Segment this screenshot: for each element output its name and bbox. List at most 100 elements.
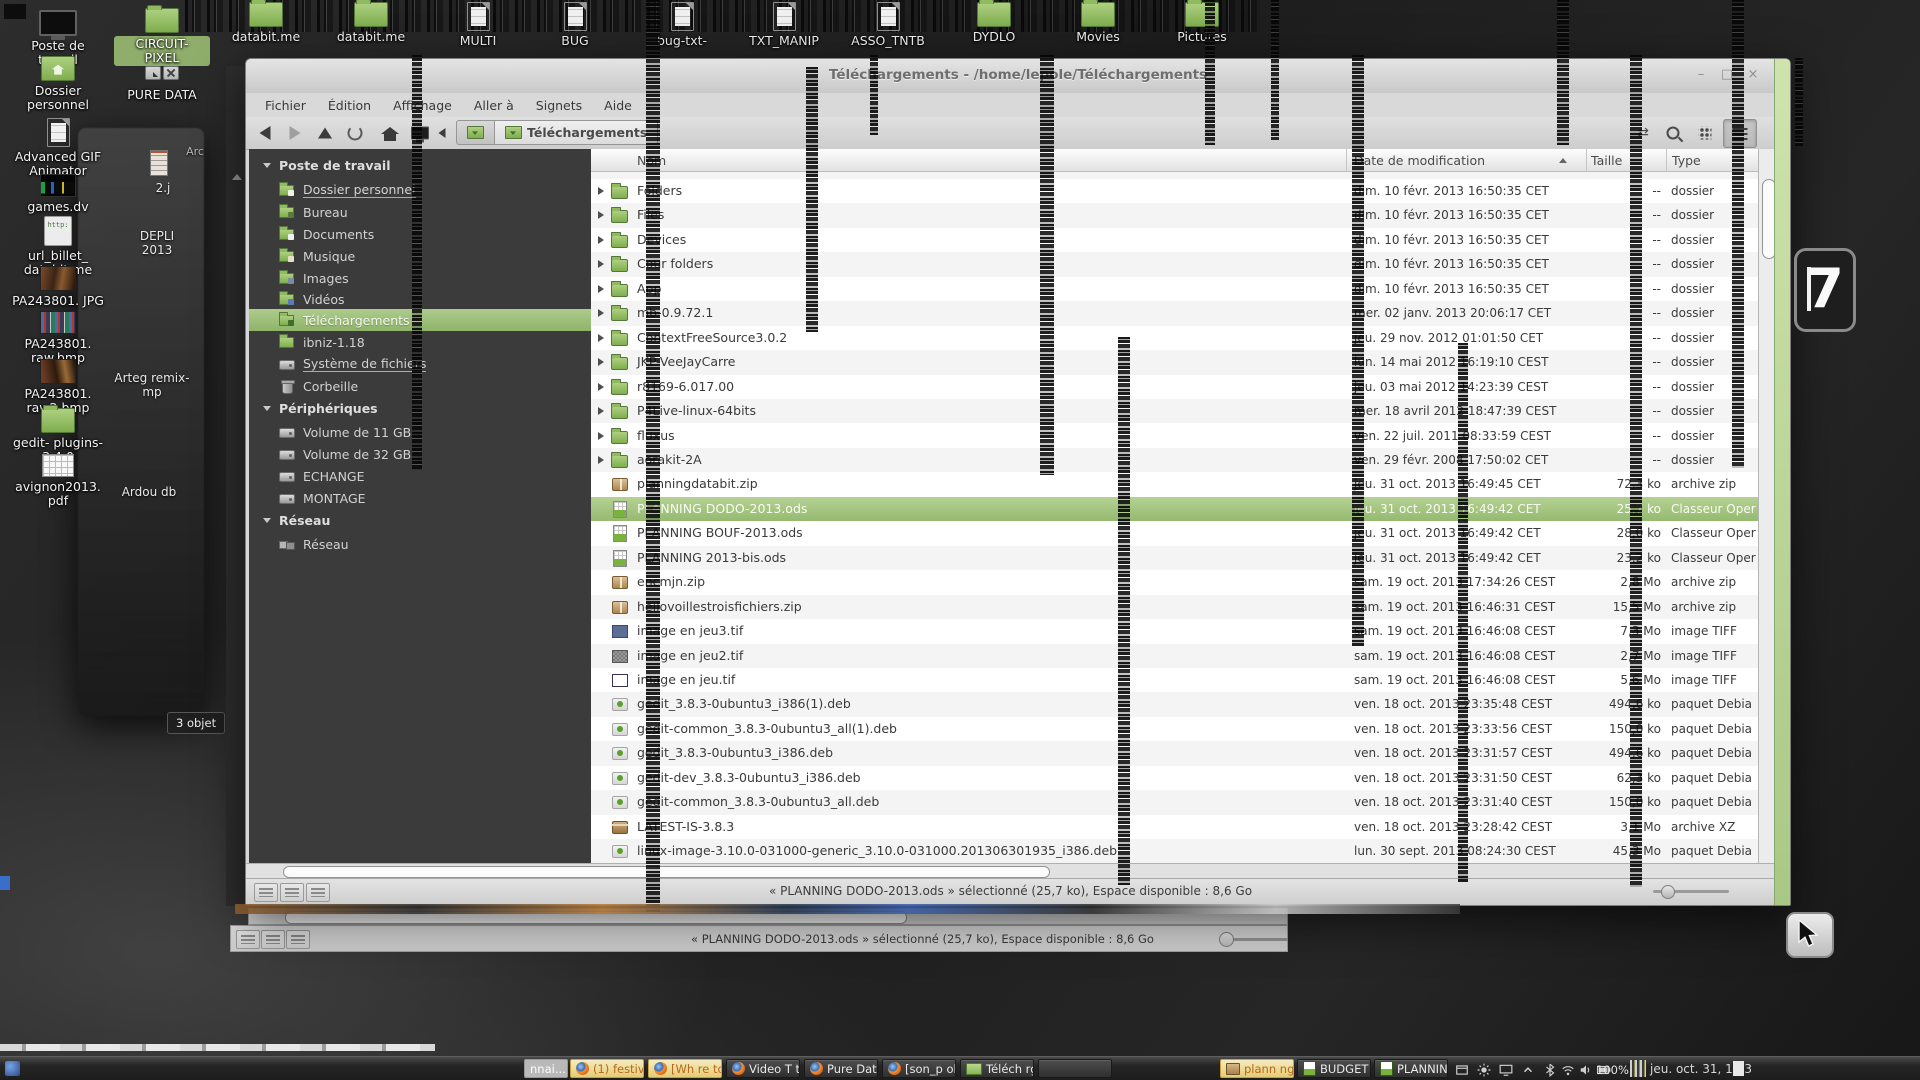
desktop-icon-advanced-gif-animator[interactable]: Advanced GIF Animator (10, 118, 106, 178)
desktop-icon-bug[interactable]: BUG (527, 2, 623, 48)
file-row-image-en-jeu2-tif[interactable]: image en jeu2.tif sam. 19 oct. 2013 16:46… (591, 643, 1758, 668)
desktop-icon-bug-txt[interactable]: bug-txt- (634, 2, 730, 48)
column-name[interactable]: Nom (637, 153, 666, 168)
sidebar-item-ibniz-1-18[interactable]: ibniz-1.18 (249, 331, 591, 353)
menu-aide[interactable]: Aide (595, 96, 641, 115)
taskbar-button-budget-d[interactable]: BUDGET d... (1297, 1059, 1371, 1078)
file-row-gedit-common-3-8-3-0ubuntu3-all-1-deb[interactable]: gedit-common_3.8.3-0ubuntu3_all(1).deb ve… (591, 717, 1758, 741)
sidebar-item-corbeille[interactable]: Corbeille (249, 375, 591, 397)
sidebar-item-r-seau[interactable]: Réseau (249, 533, 591, 555)
horizontal-scrollbar[interactable] (246, 863, 1775, 879)
places-toggle-button[interactable] (236, 930, 260, 949)
taskbar-button-item[interactable] (1038, 1059, 1112, 1078)
expander-icon[interactable] (598, 455, 604, 464)
window-titlebar[interactable]: Téléchargements - /home/lepole/Télécharg… (246, 59, 1790, 94)
taskbar-button-pure-dat[interactable]: Pure Dat -... (804, 1059, 878, 1078)
file-row-planning-2013-bis-ods[interactable]: PLANNING 2013-bis.ods jeu. 31 oct. 2013 1… (591, 545, 1758, 571)
expander-icon[interactable] (598, 284, 604, 293)
file-row-devices[interactable]: Devices dim. 10 févr. 2013 16:50:35 CET --… (591, 228, 1758, 252)
file-row-p4live-linux-64bits[interactable]: P4Live-linux-64bits mer. 18 avril 2012 18… (591, 399, 1758, 424)
volume-icon[interactable] (1579, 1062, 1593, 1076)
close-button[interactable]: × (1742, 65, 1764, 85)
taskbar-button-wh-re-to[interactable]: [Wh re to ... (648, 1059, 722, 1078)
breadcrumb-home[interactable] (456, 120, 495, 145)
sidebar-item-musique[interactable]: Musique (249, 245, 591, 267)
desktop-icon-txt-manip[interactable]: TXT_MANIP (736, 2, 832, 48)
file-row-r8169-6-017-00[interactable]: r8169-6.017.00 jeu. 03 mai 2012 14:23:39 … (591, 375, 1758, 399)
zoom-slider-track[interactable] (1233, 938, 1288, 941)
menu-fichier[interactable]: Fichier (256, 96, 315, 115)
scrollbar-thumb[interactable] (283, 866, 1050, 878)
sidebar-item-volume-de-11-gb[interactable]: Volume de 11 GB (249, 421, 591, 443)
desktop-icon-pa243801-jpg[interactable]: PA243801. JPG (10, 266, 106, 308)
desktop-icon-asso-tntb[interactable]: ASSO_TNTB (840, 2, 936, 48)
sidebar-item-bureau[interactable]: Bureau (249, 201, 591, 223)
desktop-icon-databit-me[interactable]: databit.me (323, 0, 419, 44)
forward-button[interactable] (281, 120, 309, 145)
file-row-aorakit-2a[interactable]: aorakit-2A ven. 29 févr. 2008 17:50:02 CE… (591, 447, 1758, 473)
refresh-button[interactable] (341, 120, 369, 145)
minimize-button[interactable]: – (1690, 65, 1712, 85)
taskbar-button-planning[interactable]: PLANNING (1374, 1059, 1448, 1078)
back-button[interactable] (251, 120, 279, 145)
bluetooth-icon[interactable] (1543, 1062, 1557, 1078)
menu-aller[interactable]: Aller à (465, 96, 523, 115)
list-view-button[interactable] (1723, 119, 1757, 148)
sidebar-section-r-seau[interactable]: Réseau (263, 509, 330, 531)
wifi-icon[interactable] (1561, 1062, 1575, 1076)
breadcrumb-current[interactable]: Téléchargements (495, 120, 659, 145)
file-row-gedit-dev-3-8-3-0ubuntu3-i386-deb[interactable]: gedit-dev_3.8.3-0ubuntu3_i386.deb ven. 18… (591, 766, 1758, 790)
taskbar-button-video-t-tor[interactable]: Video T tor... (726, 1059, 800, 1078)
sidebar-item-volume-de-32-gb[interactable]: Volume de 32 GB (249, 443, 591, 465)
file-row-fluxus[interactable]: fluxus ven. 22 juil. 2011 08:33:59 CEST --… (591, 424, 1758, 448)
up-button[interactable] (311, 120, 339, 145)
desktop-icon-dossier-personnel[interactable]: Dossier personnel (10, 56, 106, 112)
expander-icon[interactable] (598, 211, 604, 220)
expander-icon[interactable] (598, 333, 604, 342)
file-row-cour-folders[interactable]: Cour folders dim. 10 févr. 2013 16:50:35 … (591, 252, 1758, 277)
expander-icon[interactable] (598, 235, 604, 244)
sidebar-item-vid-os[interactable]: Vidéos (249, 288, 591, 310)
column-size[interactable]: Taille (1591, 153, 1622, 168)
taskbar-button-1-festival[interactable]: (1) festival... (570, 1059, 644, 1078)
expander-icon[interactable] (598, 309, 604, 318)
desktop-icon-pa243801-raw2-bmp[interactable]: PA243801. raw2.bmp (10, 359, 106, 415)
grid-view-button[interactable] (1691, 120, 1719, 145)
sidebar-item-echange[interactable]: ECHANGE (249, 465, 591, 487)
file-row-planningdatabit-zip[interactable]: planningdatabit.zip jeu. 31 oct. 2013 16:… (591, 472, 1758, 496)
path-scroll-left-button[interactable] (434, 120, 450, 145)
desktop-icon-multi[interactable]: MULTI (430, 2, 526, 48)
maximize-button[interactable]: □ (1716, 65, 1738, 85)
desktop-icon-pa243801-raw-bmp[interactable]: PA243801. raw.bmp (10, 311, 106, 365)
expander-icon[interactable] (598, 358, 604, 367)
menu-affichage[interactable]: Affichage (384, 96, 461, 115)
sidebar-section-p-riph-riques[interactable]: Périphériques (263, 397, 378, 419)
expander-icon[interactable] (598, 260, 604, 269)
sidebar-item-dossier-personnel[interactable]: Dossier personnel (249, 179, 591, 201)
zoom-slider-knob[interactable] (1219, 932, 1234, 947)
scrollbar-thumb[interactable] (285, 911, 907, 924)
treeview-toggle-button[interactable] (261, 930, 285, 949)
sidebar-item-t-l-chargements[interactable]: Téléchargements (249, 309, 591, 331)
column-type[interactable]: Type (1672, 153, 1701, 168)
column-date[interactable]: Date de modification (1354, 153, 1485, 168)
menu-signets[interactable]: Signets (527, 96, 591, 115)
file-row-planning-dodo-2013-ods[interactable]: PLANNING DODO-2013.ods jeu. 31 oct. 2013 … (591, 496, 1758, 522)
file-row-latest-is-3-8-3[interactable]: LATEST-IS-3.8.3 ven. 18 oct. 2013 23:28:4… (591, 815, 1758, 839)
taskbar-button-nnai[interactable]: nnai... (524, 1059, 568, 1078)
computer-button[interactable] (406, 120, 434, 145)
file-row-folders[interactable]: Folders dim. 10 févr. 2013 16:50:35 CET --… (591, 179, 1758, 203)
sidebar-section-poste-de-travail[interactable]: Poste de travail (263, 154, 391, 176)
desktop-icon-databit-me[interactable]: databit.me (218, 0, 314, 44)
file-row-planning-bouf-2013-ods[interactable]: PLANNING BOUF-2013.ods jeu. 31 oct. 2013 … (591, 521, 1758, 545)
menu-dition[interactable]: Édition (319, 96, 380, 115)
file-row-gedit-3-8-3-0ubuntu3-i386-1-deb[interactable]: gedit_3.8.3-0ubuntu3_i386(1).deb ven. 18 … (591, 692, 1758, 717)
expander-icon[interactable] (598, 407, 604, 416)
file-row-contextfreesource3-0-2[interactable]: ContextFreeSource3.0.2 jeu. 29 nov. 2012 … (591, 326, 1758, 350)
background-window-hscrollbar[interactable] (248, 908, 1288, 925)
close-mini-button[interactable] (163, 66, 179, 80)
menu-button[interactable] (5, 1061, 20, 1076)
brightness-icon[interactable] (1477, 1062, 1491, 1077)
expander-icon[interactable] (598, 382, 604, 391)
sidebar-item-images[interactable]: Images (249, 267, 591, 289)
